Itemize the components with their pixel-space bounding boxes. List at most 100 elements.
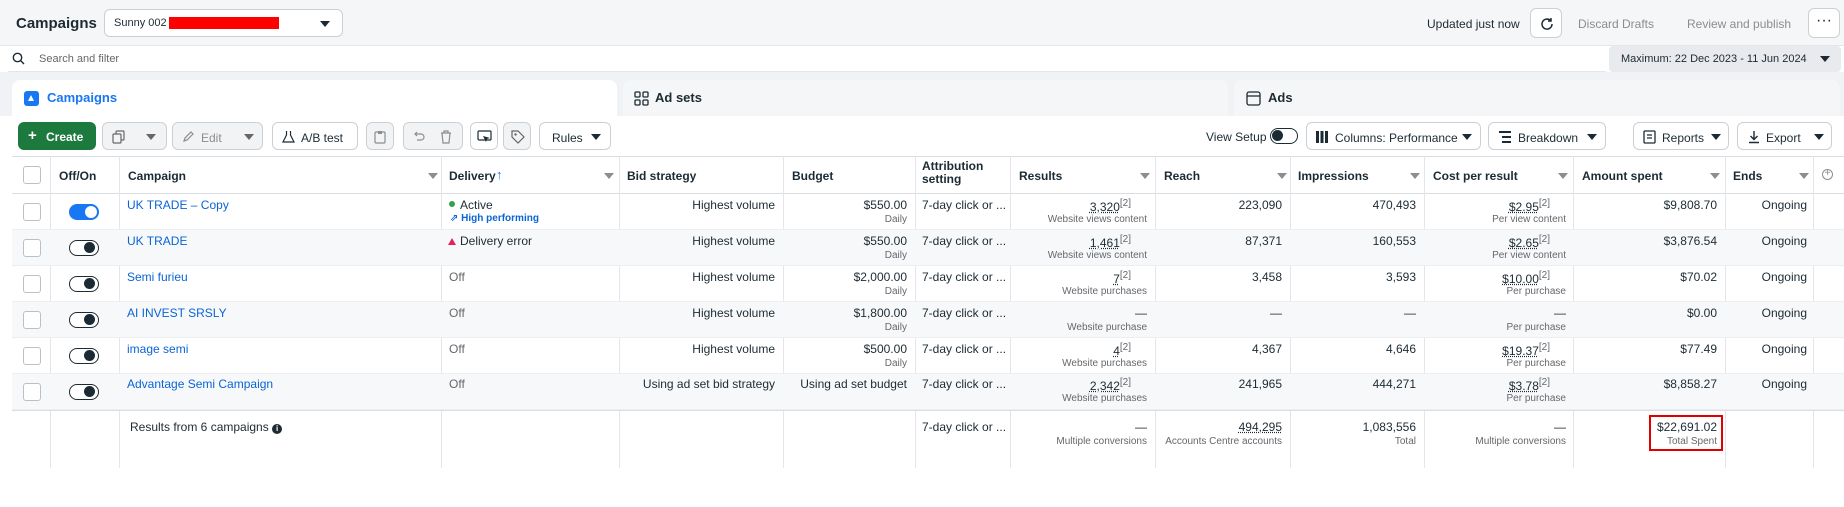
review-publish-button[interactable]: Review and publish [1687, 17, 1791, 31]
tag-icon [511, 130, 525, 144]
row-checkbox[interactable] [23, 275, 41, 293]
column-header-campaign[interactable]: Campaign [128, 169, 186, 183]
cost-per-result-value[interactable]: $2.95[2] [1428, 198, 1550, 214]
search-bar[interactable]: Search and filter [8, 46, 1606, 72]
preview-button[interactable] [470, 122, 498, 150]
create-button[interactable]: + Create [18, 122, 96, 150]
add-column-icon[interactable]: + [1822, 169, 1833, 180]
cost-per-result-value[interactable]: $3.78[2] [1428, 377, 1550, 393]
column-header-reach[interactable]: Reach [1164, 169, 1200, 183]
chevron-down-icon[interactable] [1140, 173, 1150, 179]
trash-icon[interactable] [440, 130, 452, 144]
table-row[interactable]: UK TRADE – Copy Active ⇗ High performing… [12, 194, 1844, 230]
edit-button[interactable]: Edit [172, 122, 263, 150]
chevron-down-icon[interactable] [1558, 173, 1568, 179]
bid-strategy: Using ad set bid strategy [642, 377, 775, 391]
column-header-attribution[interactable]: Attribution setting [922, 160, 1002, 186]
date-range-button[interactable]: Maximum: 22 Dec 2023 - 11 Jun 2024 [1609, 46, 1841, 72]
select-all-checkbox[interactable] [23, 166, 41, 184]
totals-reach[interactable]: 494,295 [1159, 420, 1282, 434]
export-label: Export [1766, 131, 1801, 145]
column-header-cost-per-result[interactable]: Cost per result [1433, 169, 1518, 183]
chevron-down-icon[interactable] [1710, 173, 1720, 179]
row-checkbox[interactable] [23, 347, 41, 365]
tab-campaigns[interactable]: Campaigns [12, 80, 617, 116]
info-icon[interactable]: i [272, 424, 283, 434]
chevron-down-icon [146, 134, 156, 140]
budget-period: Daily [884, 286, 907, 297]
tab-ad-sets[interactable]: Ad sets [623, 80, 1228, 116]
campaign-name-link[interactable]: UK TRADE [127, 234, 187, 248]
cost-per-result-value[interactable]: $10.00[2] [1428, 270, 1550, 286]
refresh-button[interactable] [1530, 8, 1562, 38]
clipboard-button[interactable] [366, 122, 394, 150]
export-button[interactable]: Export [1737, 122, 1832, 150]
columns-button[interactable]: Columns: Performance [1306, 122, 1481, 150]
campaign-toggle[interactable] [69, 384, 99, 400]
column-header-amount-spent[interactable]: Amount spent [1582, 169, 1663, 183]
cost-per-result-value[interactable]: $2.65[2] [1428, 234, 1550, 250]
table-row[interactable]: image semi Off Highest volume $500.00 Da… [12, 338, 1844, 374]
more-options-button[interactable]: ··· [1808, 8, 1840, 38]
amount-spent-value: $3,876.54 [1663, 234, 1717, 248]
campaign-name-link[interactable]: Advantage Semi Campaign [127, 377, 273, 391]
results-value[interactable]: 4[2] [1015, 342, 1131, 358]
table-row[interactable]: UK TRADE Delivery error Highest volume $… [12, 230, 1844, 266]
results-type: Website purchase [1067, 322, 1147, 333]
search-input[interactable]: Search and filter [39, 53, 119, 65]
chevron-down-icon[interactable] [1410, 173, 1420, 179]
ab-test-button[interactable]: A/B test [272, 122, 358, 150]
results-value[interactable]: 2,342[2] [1015, 377, 1131, 393]
breakdown-button[interactable]: Breakdown [1488, 122, 1606, 150]
column-header-ends[interactable]: Ends [1733, 169, 1762, 183]
campaign-toggle[interactable] [69, 312, 99, 328]
results-value[interactable]: 1,461[2] [1015, 234, 1131, 250]
cost-per-result-value[interactable]: $19.37[2] [1428, 342, 1550, 358]
results-value[interactable]: 7[2] [1015, 270, 1131, 286]
campaign-name-link[interactable]: AI INVEST SRSLY [127, 306, 227, 320]
campaign-name-link[interactable]: Semi furieu [127, 270, 188, 284]
account-name: Sunny 002 [114, 17, 167, 29]
results-value[interactable]: 3,320[2] [1015, 198, 1131, 214]
totals-label: Results from 6 campaigns i [130, 420, 283, 434]
column-header-budget[interactable]: Budget [792, 169, 833, 183]
tab-ads[interactable]: Ads [1234, 80, 1840, 116]
view-setup-toggle[interactable] [1270, 128, 1298, 144]
table-row[interactable]: Advantage Semi Campaign Off Using ad set… [12, 374, 1844, 410]
impressions-value: 3,593 [1385, 270, 1416, 284]
campaign-name-link[interactable]: image semi [127, 342, 188, 356]
campaign-toggle[interactable] [69, 240, 99, 256]
duplicate-button[interactable] [102, 122, 167, 150]
column-header-bid-strategy[interactable]: Bid strategy [627, 169, 696, 183]
rules-button[interactable]: Rules [539, 122, 611, 150]
row-checkbox[interactable] [23, 239, 41, 257]
page-title: Campaigns [16, 15, 97, 32]
reach-value: 241,965 [1238, 377, 1282, 391]
column-header-results[interactable]: Results [1019, 169, 1062, 183]
table-row[interactable]: Semi furieu Off Highest volume $2,000.00… [12, 266, 1844, 302]
discard-drafts-button[interactable]: Discard Drafts [1578, 17, 1654, 31]
column-header-impressions[interactable]: Impressions [1298, 169, 1369, 183]
row-checkbox[interactable] [23, 383, 41, 401]
row-checkbox[interactable] [23, 203, 41, 221]
refresh-icon [1541, 18, 1553, 30]
chevron-down-icon[interactable] [1277, 173, 1287, 179]
chevron-down-icon[interactable] [604, 173, 614, 179]
row-checkbox[interactable] [23, 311, 41, 329]
account-selector[interactable]: Sunny 002 [104, 9, 343, 37]
column-header-off-on[interactable]: Off/On [59, 169, 96, 183]
cost-per-result-type: Per view content [1492, 250, 1566, 261]
campaign-name-link[interactable]: UK TRADE – Copy [127, 198, 229, 212]
campaign-toggle[interactable] [69, 204, 99, 220]
reports-button[interactable]: Reports [1633, 122, 1729, 150]
tag-button[interactable] [503, 122, 531, 150]
results-type: Website views content [1047, 214, 1147, 225]
chevron-down-icon[interactable] [428, 173, 438, 179]
campaign-toggle[interactable] [69, 276, 99, 292]
chevron-down-icon[interactable] [1799, 173, 1809, 179]
undo-icon[interactable] [412, 130, 426, 144]
attribution-setting: 7-day click or ... [922, 270, 1007, 284]
campaign-toggle[interactable] [69, 348, 99, 364]
column-header-delivery[interactable]: Delivery [449, 169, 496, 183]
table-row[interactable]: AI INVEST SRSLY Off Highest volume $1,80… [12, 302, 1844, 338]
